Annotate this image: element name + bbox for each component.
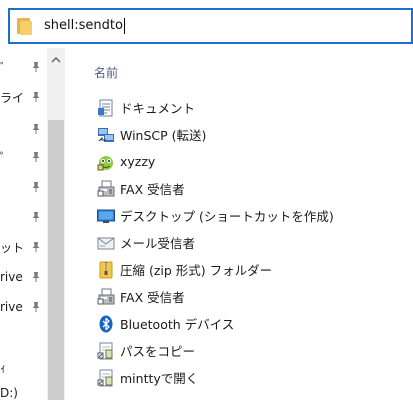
nav-item-label: D:): [0, 386, 18, 400]
file-name: ドキュメント: [120, 101, 196, 116]
winscp-icon: [96, 125, 116, 145]
nav-item-label: rive: [0, 300, 23, 314]
shortcut-icon: [96, 341, 116, 361]
nav-item[interactable]: rive: [0, 296, 46, 318]
xyzzy-icon: [96, 152, 116, 172]
file-name: パスをコピー: [120, 344, 196, 359]
list-item[interactable]: xyzzy: [96, 148, 406, 175]
list-item[interactable]: WinSCP (転送): [96, 121, 406, 148]
nav-item[interactable]: ﾞ: [0, 56, 46, 78]
nav-item[interactable]: ﾟ: [0, 146, 46, 168]
list-item[interactable]: Bluetooth デバイス: [96, 310, 406, 337]
mail-icon: [96, 233, 116, 253]
scroll-thumb[interactable]: [48, 120, 64, 400]
nav-item[interactable]: ット: [0, 236, 46, 258]
list-item[interactable]: メール受信者: [96, 229, 406, 256]
list-item[interactable]: FAX 受信者: [96, 283, 406, 310]
pin-icon[interactable]: [30, 301, 42, 313]
text-caret: [123, 17, 125, 34]
scroll-up-arrow-icon[interactable]: [47, 52, 65, 68]
file-name: WinSCP (転送): [120, 128, 207, 143]
nav-item[interactable]: [0, 118, 46, 140]
address-text: shell:sendto: [44, 18, 123, 33]
list-item[interactable]: 圧縮 (zip 形式) フォルダー: [96, 256, 406, 283]
file-name: Bluetooth デバイス: [120, 317, 235, 332]
column-header-name[interactable]: 名前: [94, 64, 118, 81]
file-name: デスクトップ (ショートカットを作成): [120, 209, 334, 224]
shortcut-icon: [96, 368, 116, 388]
nav-item-label: ﾟ: [0, 150, 7, 165]
fax-icon: [96, 287, 116, 307]
nav-item[interactable]: D:): [0, 382, 46, 400]
address-input[interactable]: shell:sendto: [44, 15, 125, 37]
nav-item-label: ット: [0, 240, 25, 255]
list-item[interactable]: パスをコピー: [96, 337, 406, 364]
nav-item[interactable]: [0, 176, 46, 198]
nav-item[interactable]: [0, 330, 46, 352]
nav-scrollbar[interactable]: [47, 48, 65, 400]
zip-folder-icon: [96, 260, 116, 280]
nav-item[interactable]: rive: [0, 266, 46, 288]
file-list: ドキュメント WinSCP (転送) xyzzy FAX 受信者 デスクトップ: [96, 94, 406, 391]
desktop-icon: [96, 206, 116, 226]
address-bar[interactable]: shell:sendto: [8, 8, 413, 44]
pin-icon[interactable]: [30, 241, 42, 253]
list-item[interactable]: ドキュメント: [96, 94, 406, 121]
file-name: メール受信者: [120, 236, 196, 251]
nav-item[interactable]: [0, 206, 46, 228]
list-item[interactable]: デスクトップ (ショートカットを作成): [96, 202, 406, 229]
bluetooth-icon: [96, 314, 116, 334]
pin-icon[interactable]: [30, 151, 42, 163]
pin-icon[interactable]: [30, 123, 42, 135]
navigation-pane[interactable]: ﾞ ライ ﾟ ット rive rive ｨ D:): [0, 48, 46, 400]
nav-item[interactable]: ライ: [0, 86, 46, 108]
pin-icon[interactable]: [30, 211, 42, 223]
file-name: FAX 受信者: [120, 182, 185, 197]
file-name: 圧縮 (zip 形式) フォルダー: [120, 263, 273, 278]
file-name: FAX 受信者: [120, 290, 185, 305]
pin-icon[interactable]: [30, 91, 42, 103]
pin-icon[interactable]: [30, 181, 42, 193]
file-name: xyzzy: [120, 154, 156, 169]
pin-icon[interactable]: [30, 271, 42, 283]
folder-icon: [14, 15, 36, 37]
file-list-pane: 名前 ドキュメント WinSCP (転送) xyzzy FAX 受信者 デスクト…: [66, 48, 413, 400]
nav-item-label: ｨ: [0, 360, 7, 375]
pin-icon[interactable]: [30, 61, 42, 73]
nav-item-label: rive: [0, 270, 23, 284]
file-name: minttyで開く: [120, 371, 199, 386]
nav-item-label: ライ: [0, 90, 25, 105]
nav-item[interactable]: ｨ: [0, 356, 46, 378]
list-item[interactable]: minttyで開く: [96, 364, 406, 391]
nav-item-label: ﾞ: [0, 60, 7, 75]
list-item[interactable]: FAX 受信者: [96, 175, 406, 202]
document-icon: [96, 98, 116, 118]
fax-icon: [96, 179, 116, 199]
